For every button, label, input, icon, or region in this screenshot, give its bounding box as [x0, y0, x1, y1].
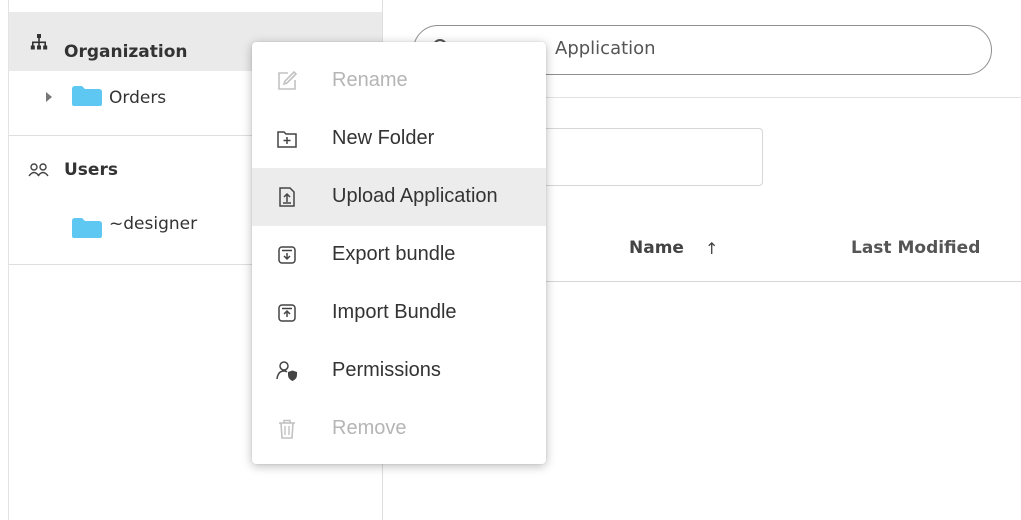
permissions-icon: [276, 361, 297, 381]
folder-icon: [72, 218, 102, 238]
menu-item-rename[interactable]: Rename: [252, 52, 546, 110]
column-header-name[interactable]: Name: [629, 238, 684, 258]
menu-item-label: Export bundle: [332, 243, 456, 265]
expand-caret-icon[interactable]: [46, 92, 52, 102]
menu-item-label: Permissions: [332, 359, 441, 381]
menu-item-permissions[interactable]: Permissions: [252, 342, 546, 400]
search-value: Application: [555, 38, 656, 59]
menu-item-import-bundle[interactable]: Import Bundle: [252, 284, 546, 342]
menu-item-remove[interactable]: Remove: [252, 400, 546, 458]
menu-item-export-bundle[interactable]: Export bundle: [252, 226, 546, 284]
folder-icon: [72, 86, 102, 106]
sort-ascending-icon[interactable]: ↑: [705, 239, 718, 258]
org-hierarchy-icon: [30, 34, 48, 50]
menu-item-label: Rename: [332, 69, 408, 91]
trash-icon: [279, 419, 295, 439]
tree-item-designer[interactable]: ~designer: [109, 214, 197, 234]
users-icon: [28, 163, 49, 177]
context-menu: Rename New Folder Upload Application Exp…: [252, 42, 546, 464]
menu-item-label: Import Bundle: [332, 301, 457, 323]
menu-item-label: Remove: [332, 417, 407, 439]
tree-item-label: Orders: [109, 88, 167, 108]
table-header-divider: [521, 281, 1021, 282]
column-header-last-modified[interactable]: Last Modified: [851, 238, 980, 258]
organization-label: Organization: [64, 42, 188, 62]
upload-application-icon: [279, 187, 295, 207]
users-label[interactable]: Users: [64, 160, 118, 180]
rename-icon: [278, 70, 298, 90]
new-folder-icon: [277, 131, 297, 148]
export-bundle-icon: [278, 246, 296, 264]
filter-input[interactable]: [520, 128, 763, 186]
menu-item-upload-application[interactable]: Upload Application: [252, 168, 546, 226]
import-bundle-icon: [278, 304, 296, 322]
menu-item-label: Upload Application: [332, 185, 498, 207]
menu-item-new-folder[interactable]: New Folder: [252, 110, 546, 168]
menu-item-label: New Folder: [332, 127, 435, 149]
